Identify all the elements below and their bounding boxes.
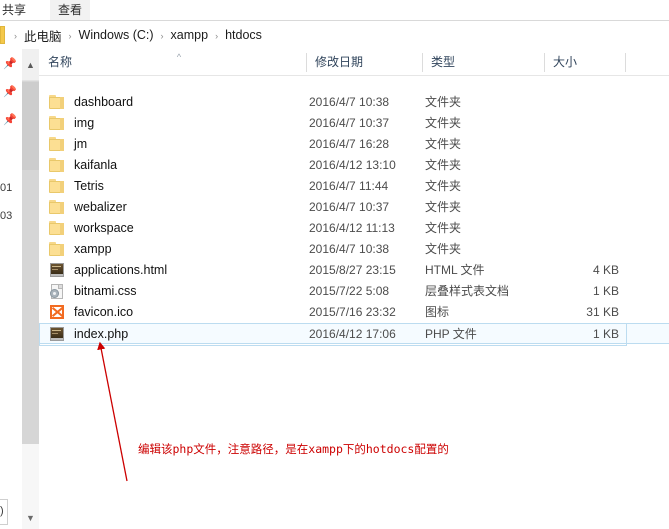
table-row[interactable]: index.php 2016/4/12 17:06 PHP 文件 1 KB: [39, 323, 669, 346]
table-row[interactable]: applications.html 2015/8/27 23:15 HTML 文件 4…: [39, 260, 669, 281]
chevron-up-icon[interactable]: ▲: [22, 49, 39, 81]
pushpin-icon[interactable]: 📌: [3, 115, 17, 126]
file-size: 4 KB: [592, 263, 619, 277]
table-row[interactable]: jm 2016/4/7 16:28 文件夹: [39, 134, 669, 155]
folder-badge-icon: [0, 26, 5, 44]
file-modified-date: 2016/4/7 10:37: [309, 200, 390, 214]
nav-item-partial-3: ): [0, 505, 4, 517]
file-name: kaifanla: [74, 158, 118, 172]
file-modified-date: 2015/7/22 5:08: [309, 284, 390, 298]
file-list-view: 名称 ^ 修改日期 类型 大小 dashboard 2016/4/7 10:38 文…: [39, 49, 669, 529]
file-type: 文件夹: [425, 116, 462, 130]
file-rows: dashboard 2016/4/7 10:38 文件夹 img 2016/4/7 10…: [39, 76, 669, 529]
file-type: 图标: [425, 305, 450, 319]
column-divider[interactable]: [625, 53, 626, 72]
file-modified-date: 2016/4/12 13:10: [309, 158, 396, 172]
file-type: 文件夹: [425, 179, 462, 193]
column-header-date[interactable]: 修改日期: [306, 49, 422, 75]
file-modified-date: 2016/4/7 10:38: [309, 242, 390, 256]
breadcrumb-item[interactable]: xampp: [166, 28, 214, 42]
file-type: 文件夹: [425, 158, 462, 172]
file-size: 1 KB: [592, 284, 619, 298]
file-name: favicon.ico: [74, 305, 134, 319]
file-name: webalizer: [74, 200, 127, 214]
chevron-down-icon[interactable]: ▼: [22, 507, 39, 529]
breadcrumb: › 此电脑 › Windows (C:) › xampp › htdocs: [12, 21, 267, 49]
file-size: 1 KB: [592, 327, 619, 341]
file-modified-date: 2016/4/7 16:28: [309, 137, 390, 151]
file-modified-date: 2016/4/7 11:44: [309, 179, 389, 193]
column-header-row: 名称 ^ 修改日期 类型 大小: [39, 49, 669, 76]
table-row[interactable]: dashboard 2016/4/7 10:38 文件夹: [39, 92, 669, 113]
file-type: 文件夹: [425, 200, 462, 214]
navigation-pane: 📌 📌 📌 01 03 ): [0, 49, 22, 529]
file-name: Tetris: [74, 179, 104, 193]
table-row[interactable]: kaifanla 2016/4/12 13:10 文件夹: [39, 155, 669, 176]
file-name: img: [74, 116, 95, 130]
file-modified-date: 2016/4/12 17:06: [309, 327, 396, 341]
file-type: 层叠样式表文档: [425, 284, 510, 298]
file-type: 文件夹: [425, 221, 462, 235]
nav-pane-scrollbar[interactable]: ▲ ▼: [22, 49, 39, 529]
table-row[interactable]: bitnami.css 2015/7/22 5:08 层叠样式表文档 1 KB: [39, 281, 669, 302]
pushpin-icon[interactable]: 📌: [3, 59, 17, 70]
file-size: [519, 113, 619, 134]
breadcrumb-separator: ›: [160, 30, 164, 41]
breadcrumb-separator: ›: [14, 30, 17, 41]
table-row[interactable]: Tetris 2016/4/7 11:44 文件夹: [39, 176, 669, 197]
table-row[interactable]: img 2016/4/7 10:37 文件夹: [39, 113, 669, 134]
annotation-text: 编辑该php文件，注意路径，是在xampp下的hotdocs配置的: [138, 442, 449, 456]
table-row[interactable]: xampp 2016/4/7 10:38 文件夹: [39, 239, 669, 260]
table-row[interactable]: workspace 2016/4/12 11:13 文件夹: [39, 218, 669, 239]
table-row[interactable]: favicon.ico 2015/7/16 23:32 图标 31 KB: [39, 302, 669, 323]
breadcrumb-item[interactable]: Windows (C:): [74, 28, 159, 42]
file-name: index.php: [74, 327, 129, 341]
file-name: bitnami.css: [74, 284, 137, 298]
file-name: xampp: [74, 242, 112, 256]
file-modified-date: 2015/7/16 23:32: [309, 305, 396, 319]
file-size: [519, 155, 619, 176]
file-type: 文件夹: [425, 137, 462, 151]
pushpin-icon[interactable]: 📌: [3, 87, 17, 98]
ribbon-tab-view[interactable]: 查看: [50, 0, 91, 21]
file-name: jm: [74, 137, 88, 151]
file-name: workspace: [74, 221, 134, 235]
file-type: HTML 文件: [425, 263, 485, 277]
file-modified-date: 2016/4/12 11:13: [309, 221, 395, 235]
file-size: [519, 134, 619, 155]
file-modified-date: 2016/4/7 10:37: [309, 116, 390, 130]
table-row[interactable]: webalizer 2016/4/7 10:37 文件夹: [39, 197, 669, 218]
sort-ascending-icon: ^: [176, 52, 182, 62]
file-type: 文件夹: [425, 242, 462, 256]
breadcrumb-separator: ›: [68, 30, 72, 41]
breadcrumb-item[interactable]: 此电脑: [19, 26, 67, 45]
breadcrumb-item[interactable]: htdocs: [220, 28, 267, 42]
file-size: 31 KB: [586, 305, 619, 319]
file-type: 文件夹: [425, 95, 462, 109]
scrollbar-thumb[interactable]: [22, 82, 39, 170]
file-name: dashboard: [74, 95, 134, 109]
file-type: PHP 文件: [425, 327, 477, 341]
file-size: [519, 239, 619, 260]
file-size: [519, 176, 619, 197]
file-modified-date: 2015/8/27 23:15: [309, 263, 396, 277]
file-size: [519, 92, 619, 113]
file-explorer-window: 共享 查看 › 此电脑 › Windows (C:) › xampp › htdocs 📌 📌…: [0, 0, 669, 529]
ribbon-tab-share[interactable]: 共享: [0, 0, 34, 21]
address-bar[interactable]: › 此电脑 › Windows (C:) › xampp › htdocs: [0, 21, 669, 70]
file-name: applications.html: [74, 263, 168, 277]
nav-item-partial-1[interactable]: 01: [0, 182, 12, 194]
column-header-type[interactable]: 类型: [422, 49, 544, 75]
ribbon-tab-strip: 共享 查看: [0, 0, 669, 21]
breadcrumb-separator: ›: [215, 30, 219, 41]
file-size: [519, 218, 619, 239]
nav-item-partial-2[interactable]: 03: [0, 210, 12, 222]
file-size: [519, 197, 619, 218]
column-header-size[interactable]: 大小: [544, 49, 625, 75]
file-modified-date: 2016/4/7 10:38: [309, 95, 390, 109]
